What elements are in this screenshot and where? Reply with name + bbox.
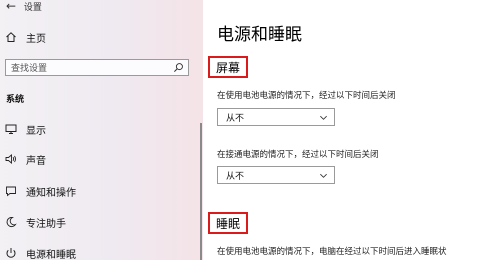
chevron-down-icon — [320, 173, 327, 178]
section-title-screen: 屏幕 — [208, 56, 249, 78]
sidebar-item-sound[interactable]: 声音 — [0, 148, 203, 170]
sidebar: ← 设置 主页 查找设置 系统 显示 声音 通知和操作 专注助手 电源和睡眠 — [0, 0, 203, 261]
moon-icon — [4, 216, 18, 228]
dropdown-value: 从不 — [226, 113, 245, 124]
sidebar-scrollbar[interactable] — [200, 123, 202, 260]
screen-plugged-label: 在接通电源的情况下，经过以下时间后关闭 — [217, 150, 379, 160]
dropdown-value: 从不 — [226, 171, 245, 182]
speaker-icon — [4, 153, 18, 165]
sidebar-item-notifications[interactable]: 通知和操作 — [0, 180, 203, 202]
sidebar-item-focus-assist[interactable]: 专注助手 — [0, 211, 203, 233]
back-button[interactable]: ← 设置 — [6, 0, 42, 14]
chevron-down-icon — [320, 115, 327, 120]
screen-plugged-dropdown[interactable]: 从不 — [217, 166, 335, 184]
screen-battery-label: 在使用电池电源的情况下，经过以下时间后关闭 — [217, 91, 396, 101]
sidebar-item-label: 通知和操作 — [26, 187, 76, 199]
power-icon — [4, 247, 18, 259]
search-placeholder: 查找设置 — [11, 64, 48, 74]
home-icon — [4, 31, 18, 43]
sidebar-item-display[interactable]: 显示 — [0, 118, 203, 140]
sleep-battery-label: 在使用电池电源的情况下，电脑在经过以下时间后进入睡眠状 — [217, 247, 447, 257]
sidebar-item-label: 声音 — [26, 155, 46, 167]
sidebar-item-label: 电源和睡眠 — [26, 249, 76, 261]
section-label-system: 系统 — [6, 95, 25, 105]
sidebar-item-home[interactable]: 主页 — [0, 26, 203, 48]
search-input[interactable]: 查找设置 — [5, 59, 189, 76]
page-title: 电源和睡眠 — [217, 25, 302, 45]
search-icon[interactable] — [173, 62, 184, 73]
screen-battery-dropdown[interactable]: 从不 — [217, 108, 335, 126]
monitor-icon — [4, 123, 18, 135]
back-arrow-icon: ← — [6, 0, 17, 13]
sidebar-item-power-sleep[interactable]: 电源和睡眠 — [0, 242, 203, 264]
main-content: 电源和睡眠 屏幕 在使用电池电源的情况下，经过以下时间后关闭 从不 在接通电源的… — [203, 0, 482, 260]
section-title-sleep: 睡眠 — [208, 212, 249, 234]
sidebar-item-label: 专注助手 — [26, 218, 66, 230]
notification-icon — [4, 185, 18, 197]
sidebar-item-label: 主页 — [26, 33, 46, 45]
sidebar-item-label: 显示 — [26, 125, 46, 137]
settings-header-label: 设置 — [23, 3, 42, 13]
